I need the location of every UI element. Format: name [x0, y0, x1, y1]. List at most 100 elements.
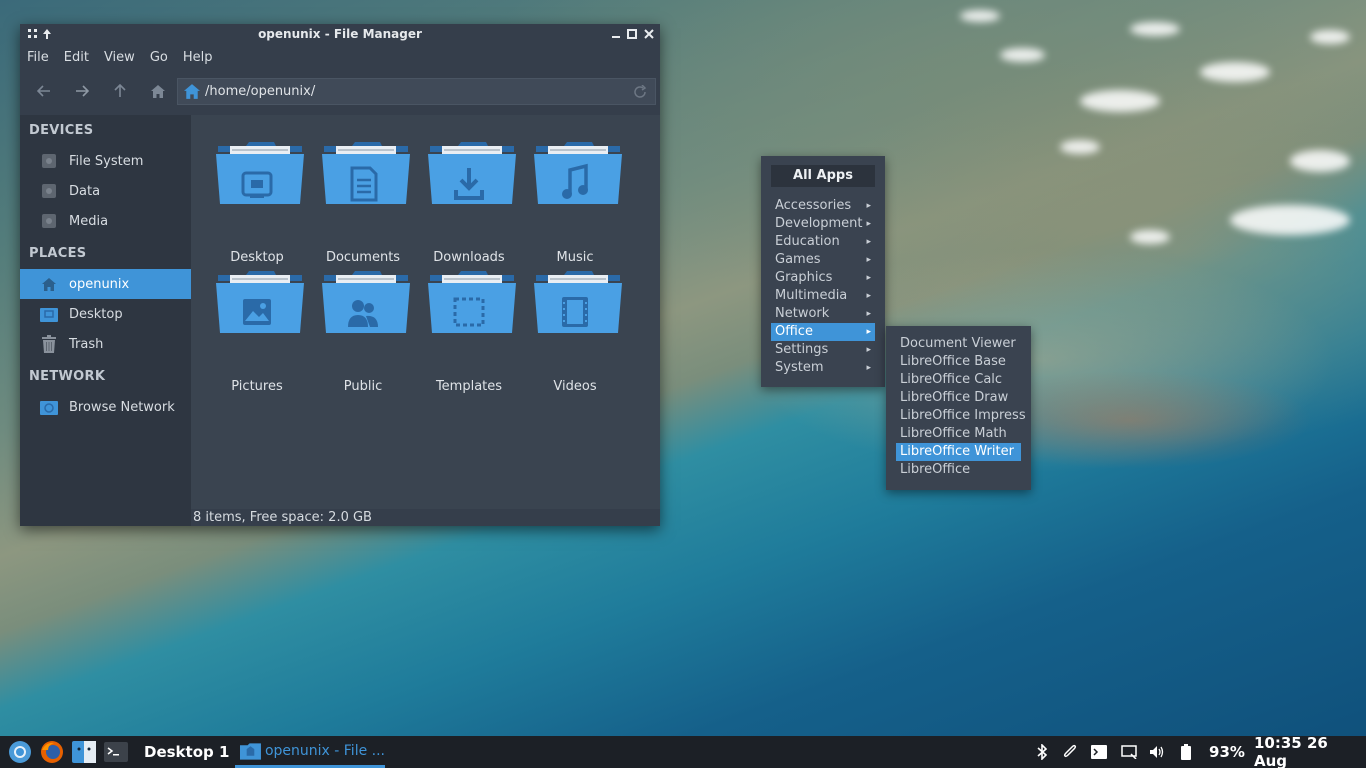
- folder-label: Downloads: [433, 250, 505, 265]
- sidebar-item-data[interactable]: Data: [20, 176, 191, 206]
- folder-templates[interactable]: Templates: [416, 269, 522, 394]
- category-network[interactable]: Network ▸: [771, 305, 875, 323]
- drive-icon: [40, 182, 58, 200]
- sidebar-item-openunix[interactable]: openunix: [20, 269, 191, 299]
- pin-icon[interactable]: [40, 27, 54, 41]
- forward-arrow-icon: [76, 85, 89, 97]
- app-libreoffice[interactable]: LibreOffice: [896, 461, 1021, 479]
- bluetooth-icon[interactable]: [1034, 736, 1050, 768]
- status-bar: 8 items, Free space: 2.0 GB: [191, 509, 660, 526]
- menu-view[interactable]: View: [104, 50, 135, 65]
- sidebar-item-label: openunix: [69, 276, 130, 292]
- category-graphics[interactable]: Graphics ▸: [771, 269, 875, 287]
- battery-icon[interactable]: [1178, 736, 1194, 768]
- task-button-file-manager[interactable]: openunix - File ...: [235, 736, 385, 768]
- category-office[interactable]: Office ▸: [771, 323, 875, 341]
- folder-public[interactable]: Public: [310, 269, 416, 394]
- app-libreoffice-calc[interactable]: LibreOffice Calc: [896, 371, 1021, 389]
- firefox-launcher[interactable]: [40, 740, 64, 764]
- submenu-arrow-icon: ▸: [866, 237, 871, 247]
- folder-pictures[interactable]: Pictures: [204, 269, 310, 394]
- sidebar-item-browse-network[interactable]: Browse Network: [20, 392, 191, 422]
- address-bar[interactable]: [177, 78, 656, 105]
- folder-icon: [428, 142, 516, 204]
- category-accessories[interactable]: Accessories ▸: [771, 197, 875, 215]
- menu-go[interactable]: Go: [150, 50, 168, 65]
- clock[interactable]: 10:35 26 Aug: [1254, 734, 1362, 768]
- titlebar[interactable]: openunix - File Manager: [20, 24, 660, 44]
- forward-button[interactable]: [68, 77, 96, 105]
- app-libreoffice-writer[interactable]: LibreOffice Writer: [896, 443, 1021, 461]
- submenu-arrow-icon: ▸: [866, 309, 871, 319]
- folder-icon: [216, 142, 304, 204]
- app-libreoffice-base[interactable]: LibreOffice Base: [896, 353, 1021, 371]
- submenu-arrow-icon: ▸: [866, 291, 871, 301]
- office-submenu: Document Viewer LibreOffice Base LibreOffi…: [886, 326, 1031, 490]
- folder-label: Templates: [435, 379, 503, 394]
- category-label: Office: [775, 324, 813, 339]
- sidebar-item-media[interactable]: Media: [20, 206, 191, 236]
- paperclip-icon[interactable]: [1062, 736, 1078, 768]
- sidebar-item-label: Data: [69, 183, 101, 199]
- category-label: Games: [775, 252, 821, 267]
- minimize-icon[interactable]: [609, 27, 623, 41]
- home-button[interactable]: [144, 77, 172, 105]
- category-development[interactable]: Development ▸: [771, 215, 875, 233]
- chromium-launcher[interactable]: [8, 740, 32, 764]
- screen-icon[interactable]: [1120, 736, 1138, 768]
- category-games[interactable]: Games ▸: [771, 251, 875, 269]
- category-education[interactable]: Education ▸: [771, 233, 875, 251]
- workspace-label[interactable]: Desktop 1: [144, 736, 229, 768]
- folder-label: Pictures: [231, 379, 283, 394]
- terminal-launcher[interactable]: [104, 740, 128, 764]
- volume-icon[interactable]: [1148, 736, 1166, 768]
- chromium-icon: [9, 741, 31, 763]
- maximize-icon[interactable]: [625, 27, 639, 41]
- battery-percentage: 93%: [1209, 743, 1245, 761]
- app-document-viewer[interactable]: Document Viewer: [896, 335, 1021, 353]
- folder-label: Videos: [553, 379, 597, 394]
- category-label: System: [775, 360, 824, 375]
- menu-icon[interactable]: [26, 27, 40, 41]
- menu-edit[interactable]: Edit: [64, 50, 89, 65]
- folder-videos[interactable]: Videos: [522, 269, 628, 394]
- back-button[interactable]: [30, 77, 58, 105]
- menu-help[interactable]: Help: [183, 50, 213, 65]
- finder-launcher[interactable]: [72, 740, 96, 764]
- sidebar-item-file-system[interactable]: File System: [20, 146, 191, 176]
- folder-label: Documents: [325, 250, 401, 265]
- app-libreoffice-math[interactable]: LibreOffice Math: [896, 425, 1021, 443]
- home-icon: [40, 275, 58, 293]
- submenu-arrow-icon: ▸: [866, 327, 871, 337]
- app-libreoffice-impress[interactable]: LibreOffice Impress: [896, 407, 1026, 425]
- category-multimedia[interactable]: Multimedia ▸: [771, 287, 875, 305]
- folder-documents[interactable]: Documents: [310, 140, 416, 265]
- sidebar-item-desktop[interactable]: Desktop: [20, 299, 191, 329]
- category-label: Settings: [775, 342, 829, 357]
- prompt-icon[interactable]: [1090, 736, 1108, 768]
- close-icon[interactable]: [642, 27, 656, 41]
- folder-desktop[interactable]: Desktop: [204, 140, 310, 265]
- category-settings[interactable]: Settings ▸: [771, 341, 875, 359]
- folder-label: Desktop: [230, 250, 284, 265]
- task-button-label: openunix - File ...: [264, 742, 385, 759]
- up-button[interactable]: [106, 77, 134, 105]
- sidebar-item-label: Media: [69, 213, 109, 229]
- sidebar-header-network: NETWORK: [29, 369, 106, 384]
- refresh-icon[interactable]: [633, 85, 647, 99]
- sidebar-header-devices: DEVICES: [29, 123, 94, 138]
- submenu-arrow-icon: ▸: [866, 273, 871, 283]
- folder-music[interactable]: Music: [522, 140, 628, 265]
- address-input[interactable]: [205, 84, 605, 99]
- sidebar-item-label: Desktop: [69, 306, 123, 322]
- folder-icon: [216, 271, 304, 333]
- file-manager-window: openunix - File Manager File Edit View G…: [20, 24, 660, 526]
- folder-icon: [534, 271, 622, 333]
- menu-file[interactable]: File: [27, 50, 49, 65]
- category-system[interactable]: System ▸: [771, 359, 875, 377]
- sidebar: DEVICES File System Data Media PLACES op…: [20, 115, 191, 526]
- app-libreoffice-draw[interactable]: LibreOffice Draw: [896, 389, 1021, 407]
- sidebar-item-trash[interactable]: Trash: [20, 329, 191, 359]
- folder-downloads[interactable]: Downloads: [416, 140, 522, 265]
- desktop-folder-icon: [40, 305, 58, 323]
